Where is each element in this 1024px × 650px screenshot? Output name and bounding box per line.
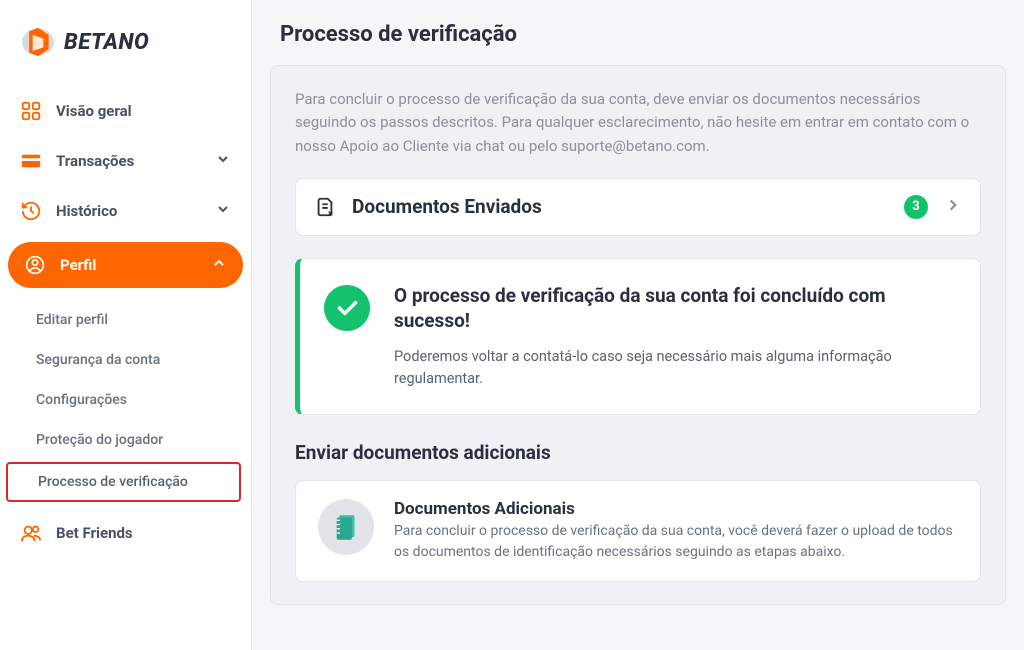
sidebar-item-label: Visão geral xyxy=(56,102,132,120)
page-title: Processo de verificação xyxy=(280,22,996,47)
document-edit-icon xyxy=(314,196,336,218)
additional-section-title: Enviar documentos adicionais xyxy=(295,441,981,464)
brand-logo-icon xyxy=(20,26,56,58)
sidebar-item-history[interactable]: Histórico xyxy=(0,186,251,236)
friends-icon xyxy=(20,522,42,544)
brand-logo[interactable]: BETANO xyxy=(0,10,251,86)
additional-documents-card[interactable]: Documentos Adicionais Para concluir o pr… xyxy=(295,480,981,582)
sub-item-account-security[interactable]: Segurança da conta xyxy=(0,340,251,380)
sidebar-item-label: Transações xyxy=(56,152,134,170)
history-icon xyxy=(20,200,42,222)
sidebar-item-overview[interactable]: Visão geral xyxy=(0,86,251,136)
notebook-icon xyxy=(318,499,374,555)
success-text-block: O processo de verificação da sua conta f… xyxy=(394,283,952,390)
additional-documents-text-block: Documentos Adicionais Para concluir o pr… xyxy=(394,499,958,563)
sidebar-item-label: Perfil xyxy=(60,256,96,274)
user-icon xyxy=(24,254,46,276)
main-content: Processo de verificação Para concluir o … xyxy=(252,0,1024,650)
sidebar-item-transactions[interactable]: Transações xyxy=(0,136,251,186)
sidebar-item-label: Histórico xyxy=(56,202,117,220)
sub-item-verification-process[interactable]: Processo de verificação xyxy=(6,462,241,502)
documents-sent-label: Documentos Enviados xyxy=(352,195,888,218)
check-circle-icon xyxy=(324,285,370,331)
documents-sent-row[interactable]: Documentos Enviados 3 xyxy=(295,178,981,236)
card-icon xyxy=(20,150,42,172)
profile-submenu: Editar perfil Segurança da conta Configu… xyxy=(0,294,251,508)
intro-text: Para concluir o processo de verificação … xyxy=(295,88,981,158)
documents-sent-count-badge: 3 xyxy=(904,195,928,219)
content-panel: Para concluir o processo de verificação … xyxy=(270,65,1006,605)
additional-documents-text: Para concluir o processo de verificação … xyxy=(394,521,958,563)
sidebar: BETANO Visão geral Transações His xyxy=(0,0,252,650)
success-title: O processo de verificação da sua conta f… xyxy=(394,283,952,334)
sidebar-item-label: Bet Friends xyxy=(56,524,133,542)
chevron-down-icon xyxy=(215,151,231,171)
brand-name: BETANO xyxy=(64,30,149,55)
chevron-down-icon xyxy=(215,201,231,221)
chevron-right-icon xyxy=(944,196,962,218)
page-header: Processo de verificação xyxy=(252,0,1024,65)
sub-item-settings[interactable]: Configurações xyxy=(0,380,251,420)
grid-icon xyxy=(20,100,42,122)
success-card: O processo de verificação da sua conta f… xyxy=(295,258,981,415)
sidebar-item-bet-friends[interactable]: Bet Friends xyxy=(0,508,251,558)
chevron-up-icon xyxy=(211,255,227,275)
sub-item-player-protection[interactable]: Proteção do jogador xyxy=(0,420,251,460)
success-subtext: Poderemos voltar a contatá-lo caso seja … xyxy=(394,346,952,390)
sidebar-item-profile[interactable]: Perfil xyxy=(8,242,243,288)
sub-item-edit-profile[interactable]: Editar perfil xyxy=(0,300,251,340)
additional-documents-title: Documentos Adicionais xyxy=(394,499,958,519)
